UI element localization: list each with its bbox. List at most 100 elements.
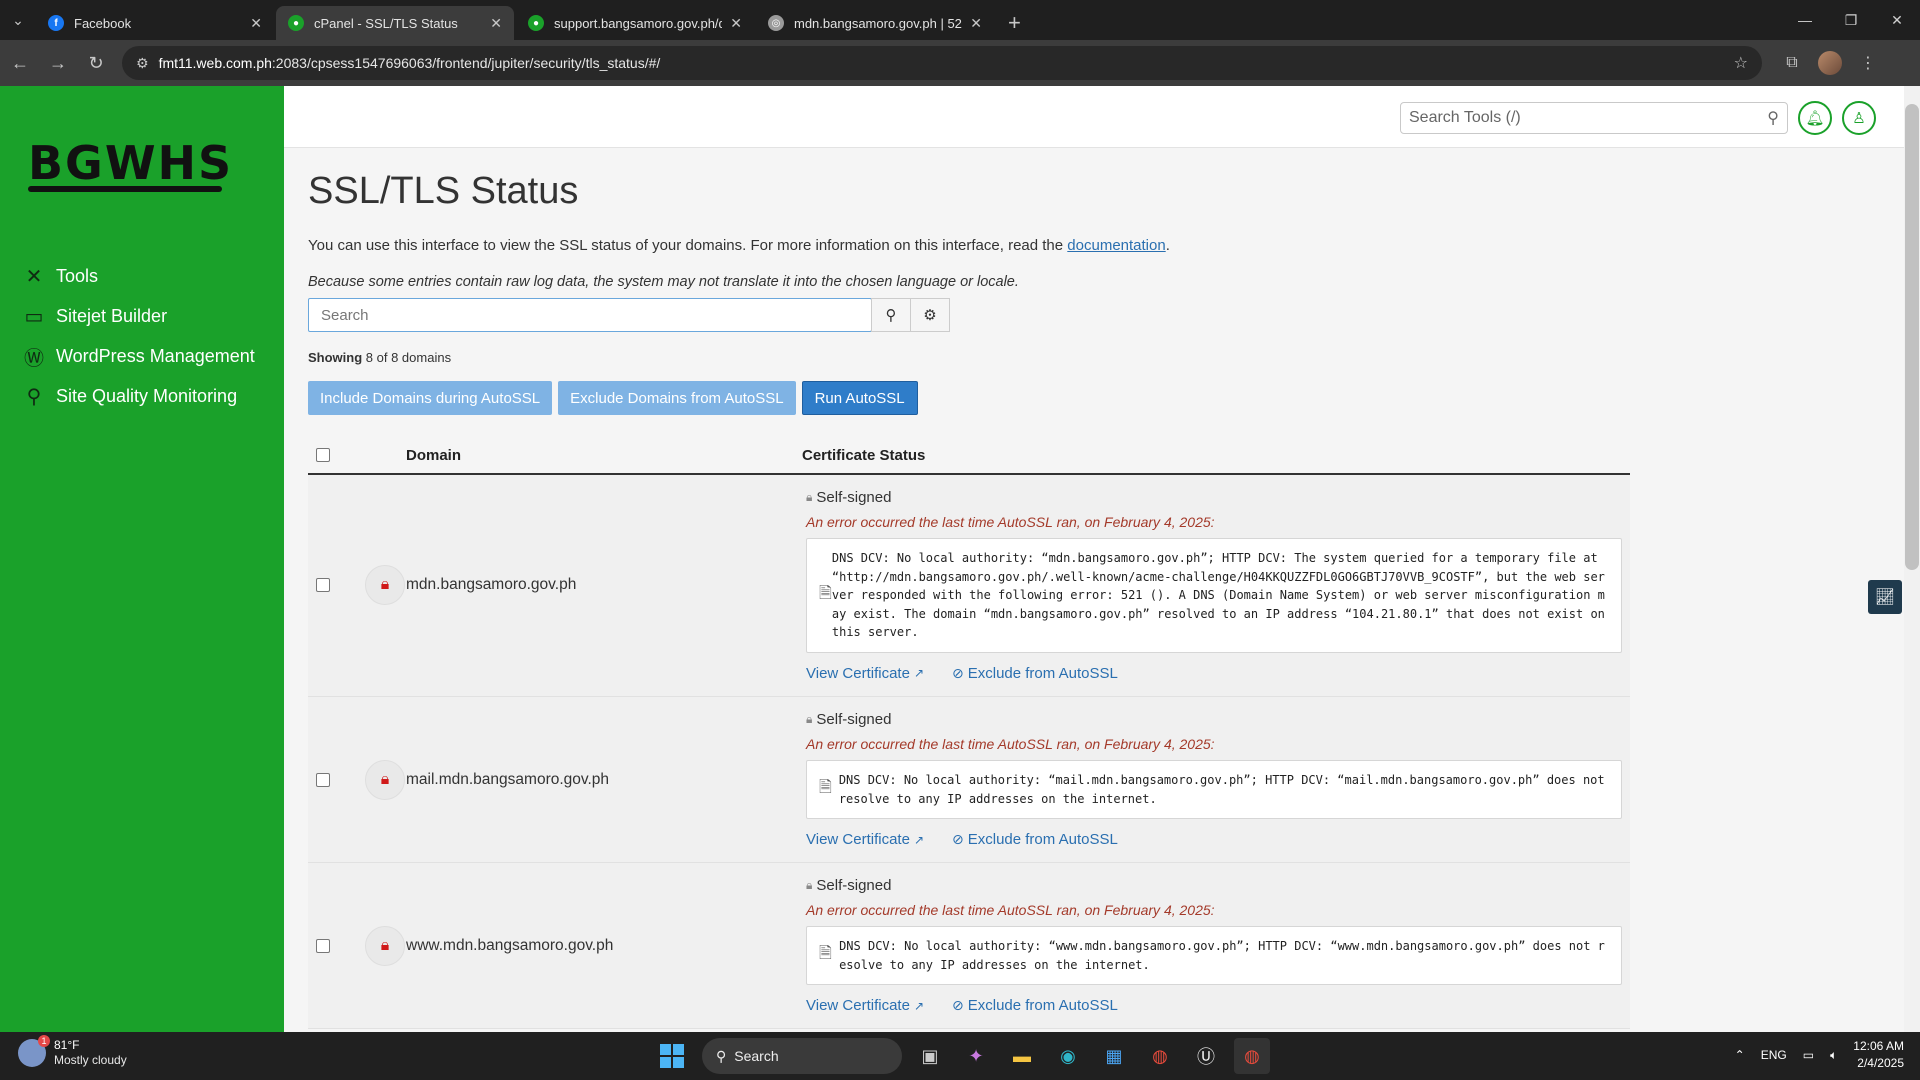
settings-button[interactable]: ⚙ [910,298,950,332]
profile-avatar[interactable] [1818,51,1842,75]
sidebar-item-tools[interactable]: ✕ Tools [22,256,255,296]
close-tab-icon[interactable]: ✕ [970,15,982,32]
volume-icon[interactable]: 🔈︎ [1830,1048,1837,1063]
windows-start-icon[interactable] [660,1044,684,1068]
address-bar[interactable]: ⚙ fmt11.web.com.ph:2083/cpsess1547696063… [122,46,1762,80]
exclude-domains-button[interactable]: Exclude Domains from AutoSSL [558,381,796,415]
chrome-profile-icon[interactable]: ◍ [1234,1038,1270,1074]
scrollbar-thumb[interactable] [1905,104,1919,570]
tab-search-dropdown[interactable]: ⌄ [0,0,36,40]
table-row: 🔒︎ mail.mdn.bangsamoro.gov.ph 🔒︎ Self-sig… [308,696,1630,864]
new-tab-button[interactable]: + [996,6,1033,40]
self-signed-status: 🔒︎ Self-signed [806,711,1622,728]
tab-support-bangsamoro[interactable]: ● support.bangsamoro.gov.ph/da ✕ [516,6,754,40]
sidebar-item-sitejet-builder[interactable]: ▭ Sitejet Builder [22,296,255,336]
search-icon[interactable]: ⚲ [1767,108,1779,128]
microsoft-store-icon[interactable]: ▦ [1096,1038,1132,1074]
clock-time: 12:06 AM [1853,1039,1904,1053]
view-certificate-link[interactable]: View Certificate ↗ [806,997,924,1014]
autossl-error-message: An error occurred the last time AutoSSL … [806,514,1215,530]
exclude-from-autossl-link[interactable]: ⊘ Exclude from AutoSSL [952,665,1118,682]
search-icon: ⚲ [885,307,897,324]
link-label: Exclude from AutoSSL [967,997,1118,1015]
file-explorer-icon[interactable]: ▬ [1004,1038,1040,1074]
showing-label: Showing [308,350,363,365]
bookmark-star-icon[interactable]: ☆ [1734,53,1748,73]
network-icon[interactable]: ▭ [1803,1048,1814,1062]
weather-widget[interactable]: 1 81°F Mostly cloudy [18,1035,127,1068]
view-certificate-link[interactable]: View Certificate ↗ [806,831,924,848]
tab-facebook[interactable]: f Facebook ✕ [36,6,274,40]
extensions-icon[interactable]: ⧉ [1774,45,1810,81]
select-all-checkbox[interactable] [316,448,330,462]
site-quality-chart-icon[interactable]: 📈︎ [1868,580,1902,614]
clock[interactable]: 12:06 AM 2/4/2025 [1853,1038,1904,1072]
error-log-box: 🗎 DNS DCV: No local authority: “www.mdn.… [806,926,1622,986]
self-signed-status: 🔒︎ Self-signed [806,877,1622,894]
language-indicator[interactable]: ENG [1761,1048,1787,1062]
view-certificate-link[interactable]: View Certificate ↗ [806,665,924,682]
certificate-status-cell: 🔒︎ Self-signed An error occurred the last… [802,697,1630,862]
sidebar-item-label: WordPress Management [56,345,255,366]
intro-period: . [1165,237,1170,254]
url-host: fmt11.web.com.ph [158,55,272,71]
search-button[interactable]: ⚲ [871,298,911,332]
bgwhs-logo[interactable]: BGWHS [28,138,231,198]
cpanel-sidebar: BGWHS ✕ Tools ▭ Sitejet Builder Ⓦ WordPr… [0,86,284,1032]
sidebar-item-wordpress-management[interactable]: Ⓦ WordPress Management [22,336,255,376]
close-tab-icon[interactable]: ✕ [490,15,502,32]
link-label: Exclude from AutoSSL [967,831,1118,849]
browser-menu-icon[interactable]: ⋮ [1850,45,1886,81]
forward-arrow-icon[interactable]: → [40,45,76,81]
column-domain[interactable]: Domain [406,447,802,464]
sidebar-item-label: Sitejet Builder [56,305,168,326]
task-view-icon[interactable]: ▣ [912,1038,948,1074]
chevron-up-icon[interactable]: ⌃ [1735,1048,1745,1062]
taskbar-search[interactable]: ⚲ Search [702,1038,902,1074]
showing-count: Showing 8 of 8 domains [308,350,1628,365]
site-info-icon[interactable]: ⚙ [136,55,149,72]
domains-table: Domain Certificate Status 🔒︎ mdn.bangsam… [308,437,1630,1030]
sidebar-item-site-quality-monitoring[interactable]: ⚲ Site Quality Monitoring [22,376,255,416]
self-signed-status: 🔒︎ Self-signed [806,489,1622,506]
include-domains-button[interactable]: Include Domains during AutoSSL [308,381,553,415]
close-tab-icon[interactable]: ✕ [250,15,262,32]
domain-name: www.mdn.bangsamoro.gov.ph [406,936,614,954]
reload-icon[interactable]: ↻ [78,45,114,81]
documentation-link[interactable]: documentation [1067,237,1165,254]
close-window-icon[interactable]: ✕ [1874,0,1920,40]
tab-mdn-bangsamoro[interactable]: ◎ mdn.bangsamoro.gov.ph | 521: ✕ [756,6,994,40]
back-arrow-icon[interactable]: ← [2,45,38,81]
error-log-box: 🗎 DNS DCV: No local authority: “mdn.bang… [806,538,1622,653]
copilot-icon[interactable]: ✦ [958,1038,994,1074]
user-account-icon[interactable]: ♙ [1842,101,1876,135]
row-checkbox[interactable] [316,772,330,787]
search-tools-input[interactable]: Search Tools (/) ⚲ [1400,102,1788,134]
tab-title: mdn.bangsamoro.gov.ph | 521: [794,15,963,31]
clock-date: 2/4/2025 [1857,1056,1904,1070]
notifications-bell-icon[interactable]: 🔔︎ [1798,101,1832,135]
tab-cpanel-ssl-status[interactable]: ● cPanel - SSL/TLS Status ✕ [276,6,514,40]
chrome-icon[interactable]: ◍ [1142,1038,1178,1074]
lock-cell: 🔒︎ [364,475,406,696]
exclude-from-autossl-link[interactable]: ⊘ Exclude from AutoSSL [952,997,1118,1014]
red-lock-icon: 🔒︎ [365,925,405,966]
row-checkbox[interactable] [316,938,330,953]
run-autossl-button[interactable]: Run AutoSSL [801,381,918,415]
domain-search-input[interactable]: Search [308,298,872,332]
page-title: SSL/TLS Status [308,170,579,212]
taskbar-apps: ⚲ Search ▣ ✦ ▬ ◉ ▦ ◍ Ⓤ ◍ [660,1038,1270,1074]
url-path: :2083/cpsess1547696063/frontend/jupiter/… [271,55,661,71]
restore-icon[interactable]: ❐ [1828,0,1874,40]
close-tab-icon[interactable]: ✕ [730,15,742,32]
error-log-text: DNS DCV: No local authority: “mail.mdn.b… [838,772,1605,806]
minimize-icon[interactable]: — [1782,0,1828,40]
row-checkbox[interactable] [316,578,330,593]
exclude-from-autossl-link[interactable]: ⊘ Exclude from AutoSSL [952,831,1118,848]
row-actions: View Certificate ↗ ⊘ Exclude from AutoSSL [806,665,1622,682]
unreal-engine-icon[interactable]: Ⓤ [1188,1038,1224,1074]
domain-search-row: Search ⚲ ⚙ [308,298,1628,332]
action-buttons: Include Domains during AutoSSL Exclude D… [308,381,1628,415]
table-row: 🔒︎ mdn.bangsamoro.gov.ph 🔒︎ Self-signed A… [308,475,1630,697]
edge-icon[interactable]: ◉ [1050,1038,1086,1074]
